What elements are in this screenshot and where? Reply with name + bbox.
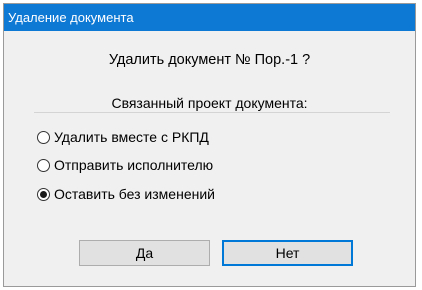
group-label-text: Связанный проект документа: [105, 95, 314, 111]
radio-delete-with-rkpd[interactable]: Удалить вместе с РКПД [37, 127, 209, 147]
radio-circle[interactable] [37, 158, 50, 172]
yes-button[interactable]: Да [79, 240, 210, 266]
radio-dot [40, 190, 47, 198]
delete-document-dialog: Удаление документа Удалить документ № По… [3, 3, 416, 287]
window-title: Удаление документа [4, 4, 415, 31]
radio-keep-unchanged[interactable]: Оставить без изменений [37, 184, 215, 204]
radio-send-to-executor[interactable]: Отправить исполнителю [37, 155, 213, 175]
radio-label: Отправить исполнителю [54, 157, 214, 173]
radio-label: Удалить вместе с РКПД [54, 129, 209, 145]
confirm-question: Удалить документ № Пор.-1 ? [4, 52, 415, 68]
radio-circle[interactable] [37, 130, 50, 144]
radio-circle-selected[interactable] [37, 187, 50, 201]
no-button[interactable]: Нет [222, 240, 353, 266]
confirm-question-text: Удалить документ № Пор.-1 ? [108, 52, 311, 68]
group-label: Связанный проект документа: [4, 95, 415, 111]
radio-label: Оставить без изменений [54, 186, 215, 202]
